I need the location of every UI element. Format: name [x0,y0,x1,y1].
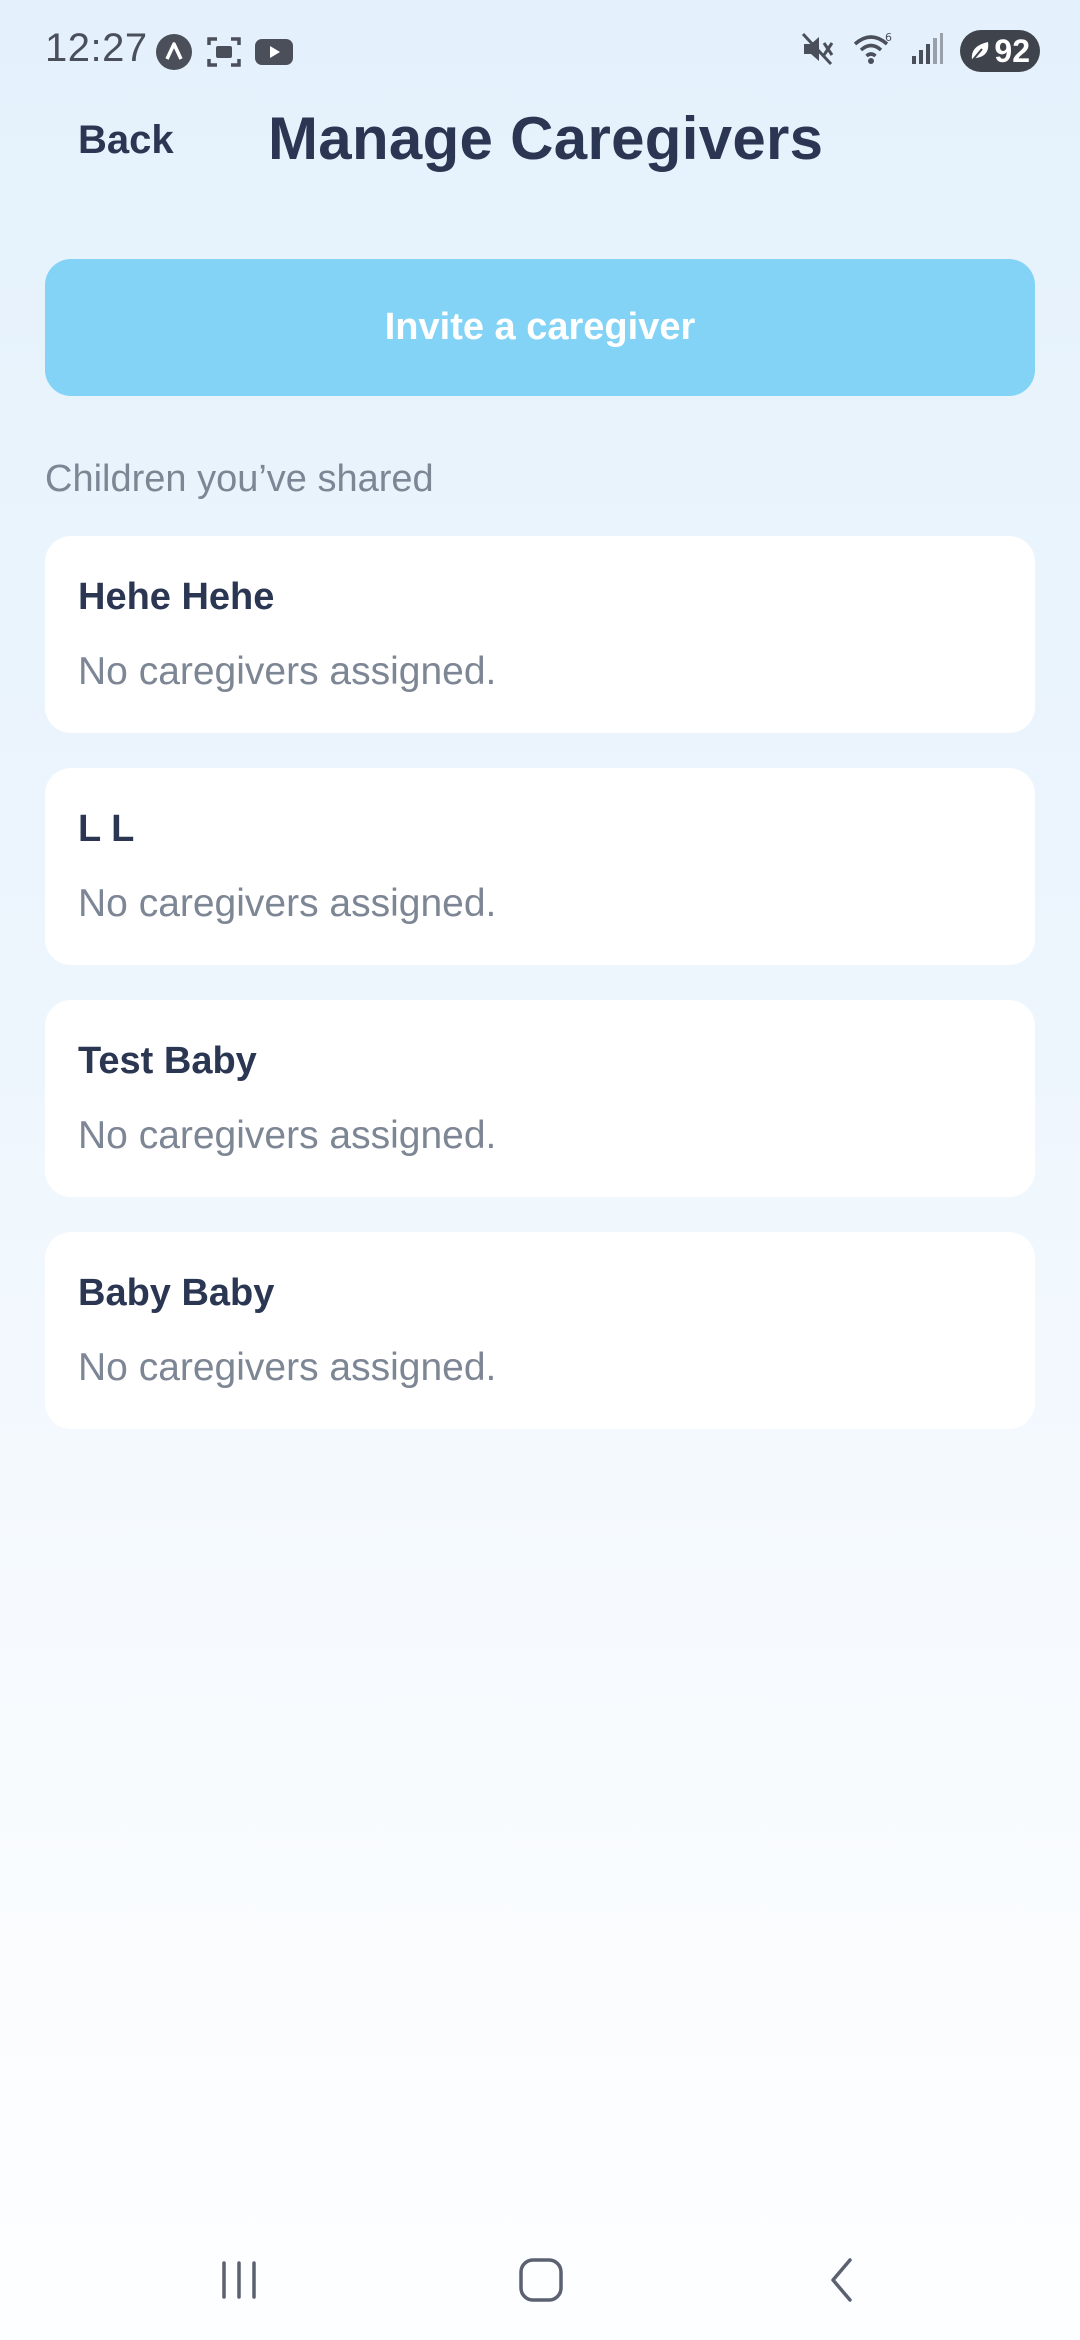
battery-icon: 92 [960,30,1040,72]
child-name: Baby Baby [78,1272,275,1314]
section-label: Children you’ve shared [45,458,434,500]
status-system-icons: 6 92 [800,30,1040,72]
battery-level: 92 [994,32,1030,69]
header: Back Manage Caregivers [0,100,1080,220]
child-caregiver-status: No caregivers assigned. [78,882,497,925]
signal-icon [910,32,944,71]
status-bar: 12:27 6 92 [0,0,1080,100]
nav-a-icon [154,32,194,72]
mute-icon [800,31,836,72]
child-card[interactable]: Hehe Hehe No caregivers assigned. [45,536,1035,733]
child-name: L L [78,808,135,850]
child-card[interactable]: Baby Baby No caregivers assigned. [45,1232,1035,1429]
youtube-icon [254,32,294,72]
invite-caregiver-button[interactable]: Invite a caregiver [45,259,1035,396]
child-card[interactable]: L L No caregivers assigned. [45,768,1035,965]
child-caregiver-status: No caregivers assigned. [78,1346,497,1389]
battery-saver-leaf-icon [970,42,989,63]
child-card[interactable]: Test Baby No caregivers assigned. [45,1000,1035,1197]
back-button[interactable]: Back [78,118,174,163]
back-icon[interactable] [803,2240,883,2320]
home-icon[interactable] [501,2240,581,2320]
invite-caregiver-label: Invite a caregiver [384,306,696,348]
child-name: Hehe Hehe [78,576,275,618]
recent-apps-icon[interactable] [199,2240,279,2320]
child-name: Test Baby [78,1040,257,1082]
child-caregiver-status: No caregivers assigned. [78,1114,497,1157]
screenshot-icon [204,32,244,72]
status-time: 12:27 [45,26,148,70]
children-list: Hehe Hehe No caregivers assigned. L L No… [45,536,1035,1464]
status-notification-icons [154,32,294,72]
page-title: Manage Caregivers [268,105,824,172]
child-caregiver-status: No caregivers assigned. [78,650,497,693]
svg-text:6: 6 [885,31,892,44]
wifi-icon: 6 [852,31,894,72]
navigation-bar [0,2220,1080,2340]
